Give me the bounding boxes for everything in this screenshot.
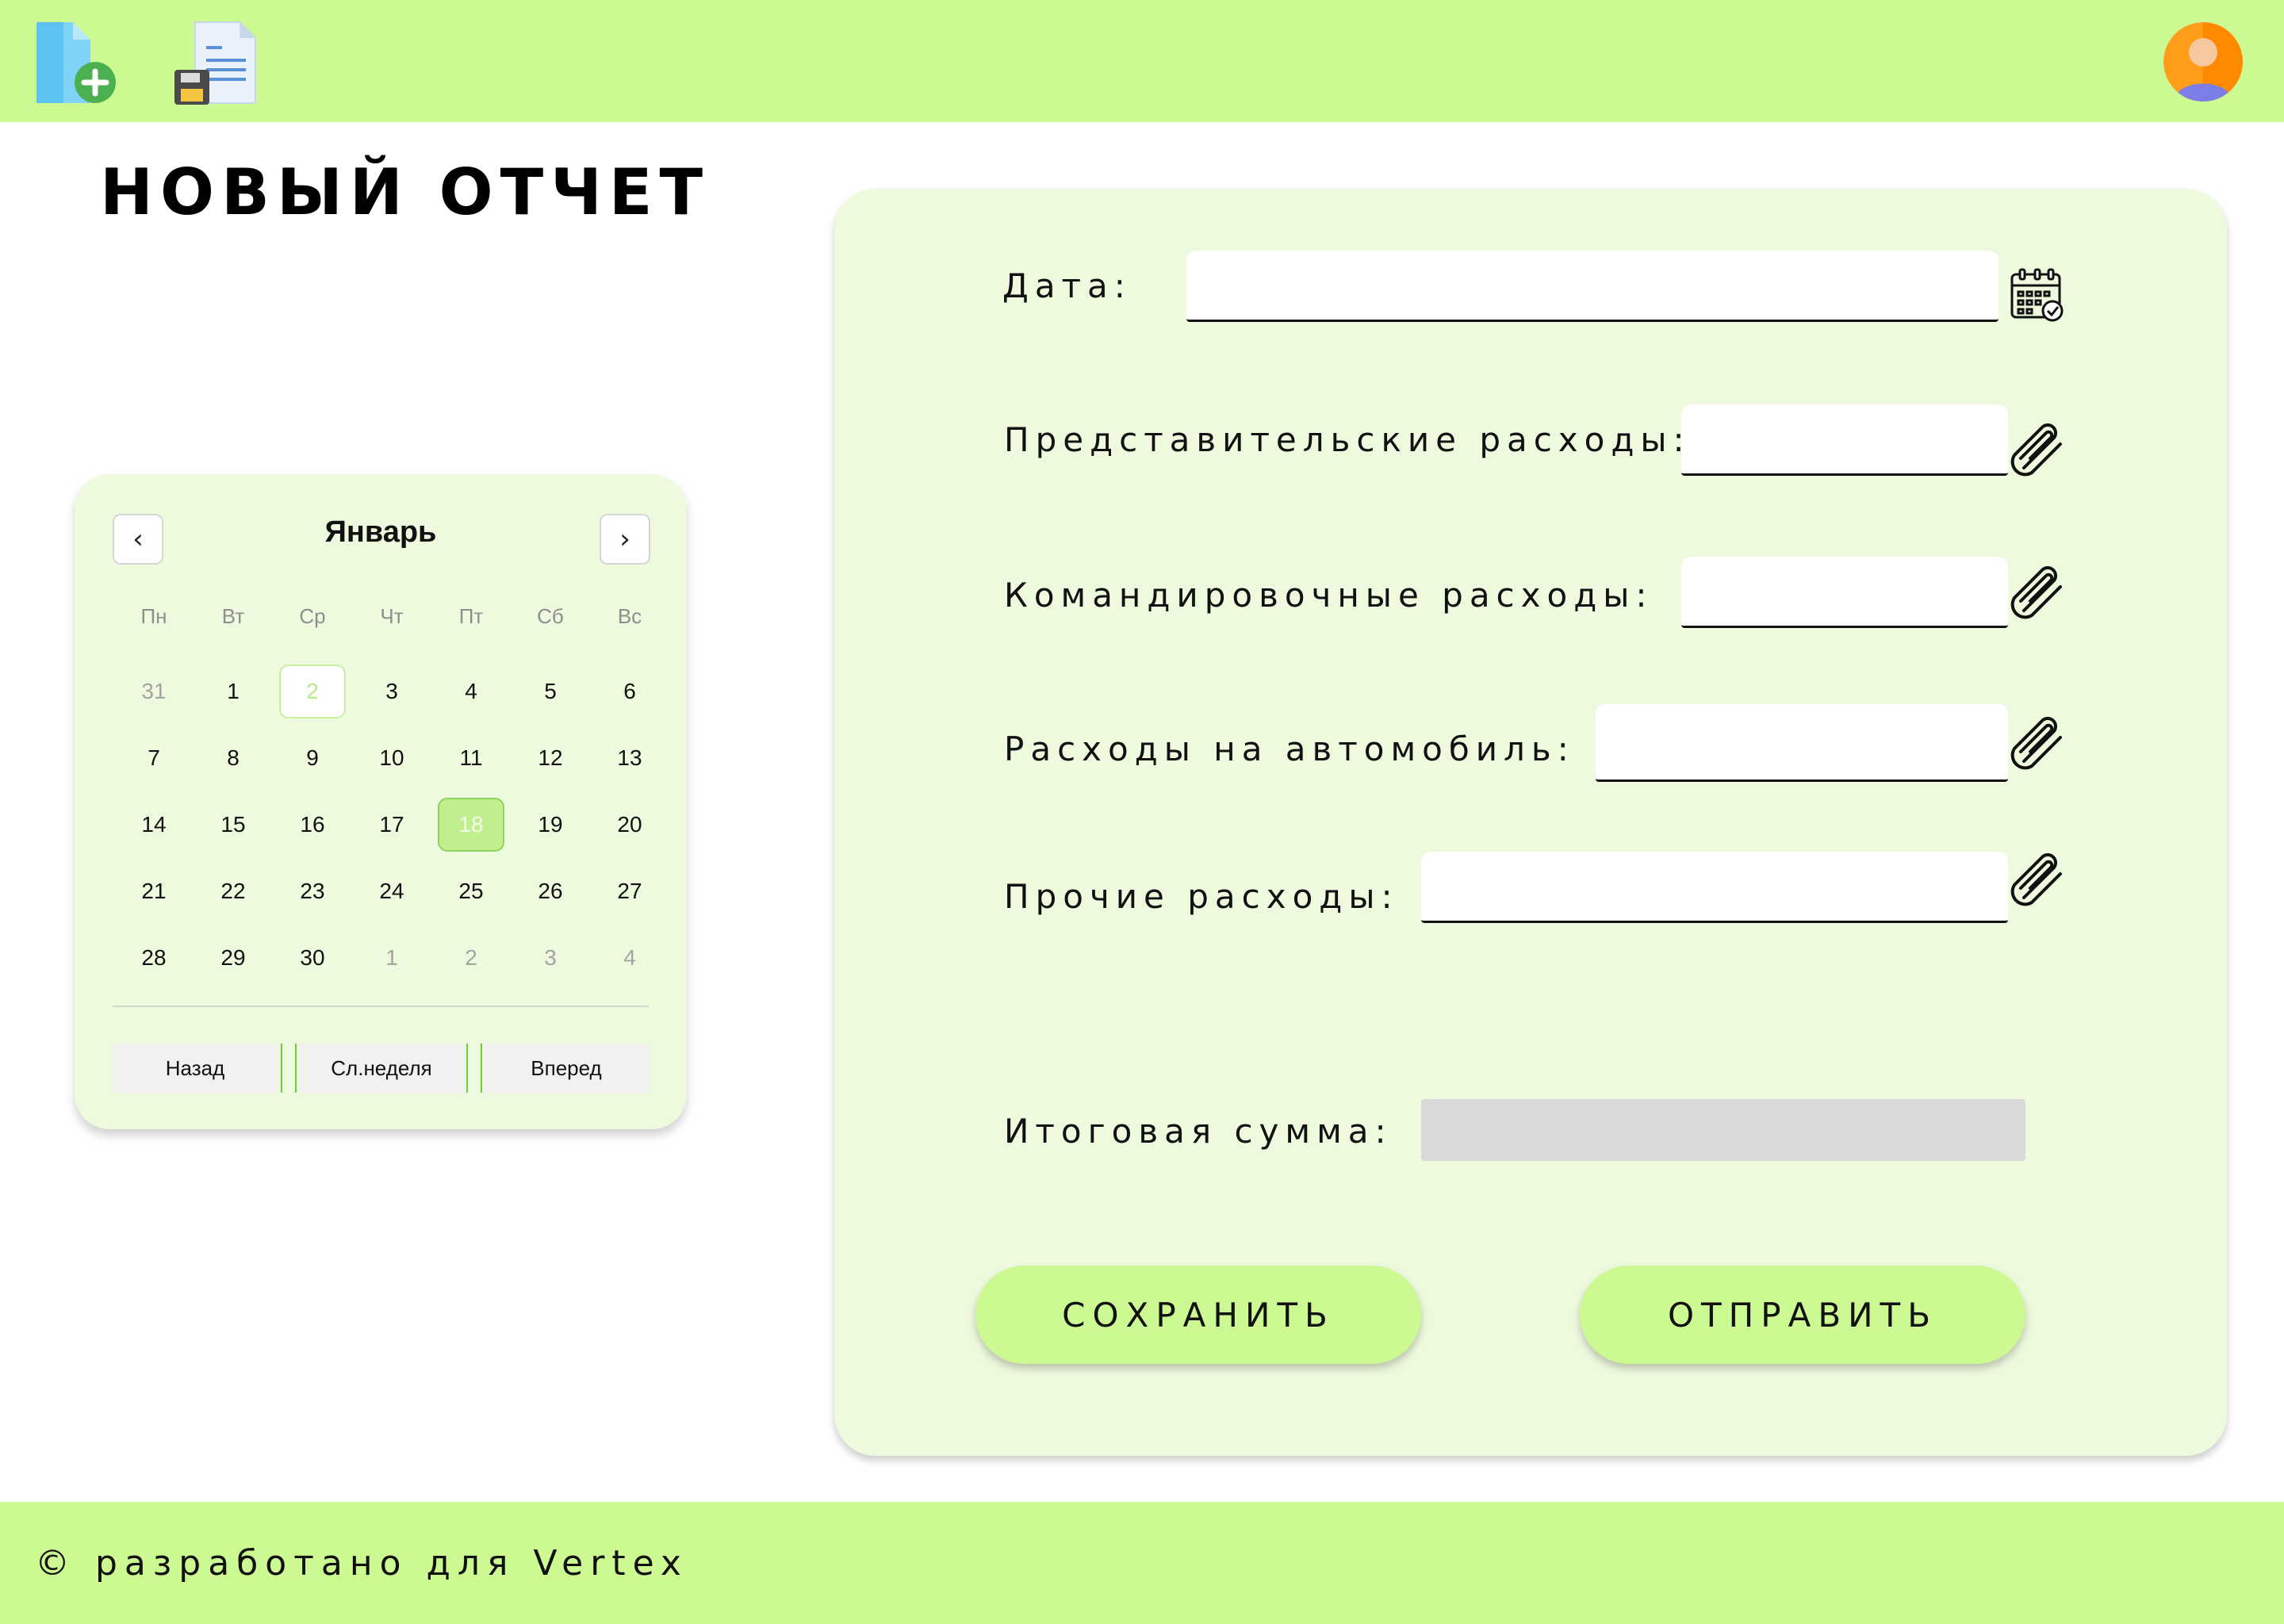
calendar-day[interactable]: 17 bbox=[352, 791, 431, 858]
new-document-icon[interactable] bbox=[33, 21, 119, 106]
calendar-day[interactable]: 23 bbox=[273, 858, 352, 925]
representation-expenses-input[interactable] bbox=[1681, 404, 2008, 476]
calendar-day[interactable]: 2 bbox=[431, 925, 511, 991]
paperclip-icon[interactable] bbox=[2006, 850, 2067, 910]
calendar-day-selected[interactable]: 18 bbox=[431, 791, 511, 858]
calendar-day[interactable]: 19 bbox=[511, 791, 590, 858]
other-expenses-label: Прочие расходы: bbox=[1004, 877, 1399, 916]
paperclip-icon[interactable] bbox=[2006, 714, 2067, 774]
calendar-day[interactable]: 31 bbox=[114, 658, 194, 725]
date-input[interactable] bbox=[1186, 251, 1998, 322]
calendar-day[interactable]: 28 bbox=[114, 925, 194, 991]
weekday-label: Вс bbox=[617, 604, 642, 628]
weekday-label: Чт bbox=[380, 604, 404, 628]
top-bar bbox=[0, 0, 2284, 122]
calendar-day[interactable]: 10 bbox=[352, 725, 431, 791]
car-expenses-label: Расходы на автомобиль: bbox=[1004, 730, 1575, 768]
paperclip-icon[interactable] bbox=[2006, 563, 2067, 623]
chevron-right-icon: › bbox=[619, 523, 630, 555]
calendar-back-button[interactable]: Назад bbox=[113, 1044, 278, 1093]
next-month-button[interactable]: › bbox=[600, 514, 650, 565]
total-sum-label: Итоговая сумма: bbox=[1004, 1112, 1393, 1151]
calendar-day[interactable]: 13 bbox=[590, 725, 669, 791]
date-label: Дата: bbox=[1002, 266, 1132, 305]
calendar-day[interactable]: 25 bbox=[431, 858, 511, 925]
total-sum-field bbox=[1421, 1099, 2025, 1161]
paperclip-icon[interactable] bbox=[2006, 420, 2067, 481]
calendar-day[interactable]: 5 bbox=[511, 658, 590, 725]
footer-copyright: © разработано для Vertex bbox=[35, 1543, 688, 1584]
calendar-day[interactable]: 3 bbox=[352, 658, 431, 725]
calendar-button-divider bbox=[481, 1044, 482, 1093]
calendar-check-icon[interactable] bbox=[2010, 268, 2065, 322]
calendar-day[interactable]: 26 bbox=[511, 858, 590, 925]
save-document-icon[interactable] bbox=[173, 21, 260, 106]
weekday-label: Сб bbox=[537, 604, 564, 628]
user-avatar[interactable] bbox=[2163, 22, 2243, 102]
weekday-row: Пн Вт Ср Чт Пт Сб Вс bbox=[114, 604, 669, 629]
calendar-widget: ‹ Январь › Пн Вт Ср Чт Пт Сб Вс 31 1 2 3… bbox=[75, 474, 687, 1129]
weekday-label: Вт bbox=[221, 604, 245, 628]
calendar-next-week-button[interactable]: Сл.неделя bbox=[298, 1044, 465, 1093]
weekday-label: Ср bbox=[299, 604, 326, 628]
calendar-day[interactable]: 29 bbox=[194, 925, 273, 991]
calendar-day[interactable]: 8 bbox=[194, 725, 273, 791]
calendar-day[interactable]: 12 bbox=[511, 725, 590, 791]
calendar-day[interactable]: 7 bbox=[114, 725, 194, 791]
calendar-day[interactable]: 27 bbox=[590, 858, 669, 925]
save-button[interactable]: СОХРАНИТЬ bbox=[975, 1266, 1421, 1364]
calendar-day-today[interactable]: 2 bbox=[273, 658, 352, 725]
calendar-button-divider bbox=[295, 1044, 297, 1093]
travel-expenses-label: Командировочные расходы: bbox=[1004, 576, 1654, 615]
page-title: НОВЫЙ ОТЧЕТ bbox=[100, 155, 711, 229]
calendar-day[interactable]: 11 bbox=[431, 725, 511, 791]
calendar-button-divider bbox=[281, 1044, 282, 1093]
calendar-day[interactable]: 1 bbox=[194, 658, 273, 725]
calendar-day[interactable]: 14 bbox=[114, 791, 194, 858]
calendar-day[interactable]: 4 bbox=[431, 658, 511, 725]
weekday-label: Пн bbox=[140, 604, 167, 628]
calendar-day[interactable]: 6 bbox=[590, 658, 669, 725]
calendar-day[interactable]: 20 bbox=[590, 791, 669, 858]
calendar-forward-button[interactable]: Вперед bbox=[484, 1044, 649, 1093]
travel-expenses-input[interactable] bbox=[1681, 557, 2008, 628]
other-expenses-input[interactable] bbox=[1421, 852, 2008, 923]
representation-expenses-label: Представительские расходы: bbox=[1004, 420, 1691, 459]
calendar-day[interactable]: 3 bbox=[511, 925, 590, 991]
calendar-month: Январь bbox=[324, 515, 437, 549]
calendar-grid: 31 1 2 3 4 5 6 7 8 9 10 11 12 13 14 15 1… bbox=[114, 658, 669, 991]
calendar-button-divider bbox=[466, 1044, 468, 1093]
calendar-day[interactable]: 24 bbox=[352, 858, 431, 925]
calendar-day[interactable]: 22 bbox=[194, 858, 273, 925]
calendar-day[interactable]: 1 bbox=[352, 925, 431, 991]
weekday-label: Пт bbox=[458, 604, 484, 628]
calendar-day[interactable]: 21 bbox=[114, 858, 194, 925]
car-expenses-input[interactable] bbox=[1596, 704, 2008, 782]
send-button[interactable]: ОТПРАВИТЬ bbox=[1580, 1266, 2025, 1364]
calendar-day[interactable]: 30 bbox=[273, 925, 352, 991]
calendar-day[interactable]: 4 bbox=[590, 925, 669, 991]
calendar-divider bbox=[113, 1005, 649, 1007]
calendar-day[interactable]: 9 bbox=[273, 725, 352, 791]
calendar-day[interactable]: 16 bbox=[273, 791, 352, 858]
calendar-day[interactable]: 15 bbox=[194, 791, 273, 858]
